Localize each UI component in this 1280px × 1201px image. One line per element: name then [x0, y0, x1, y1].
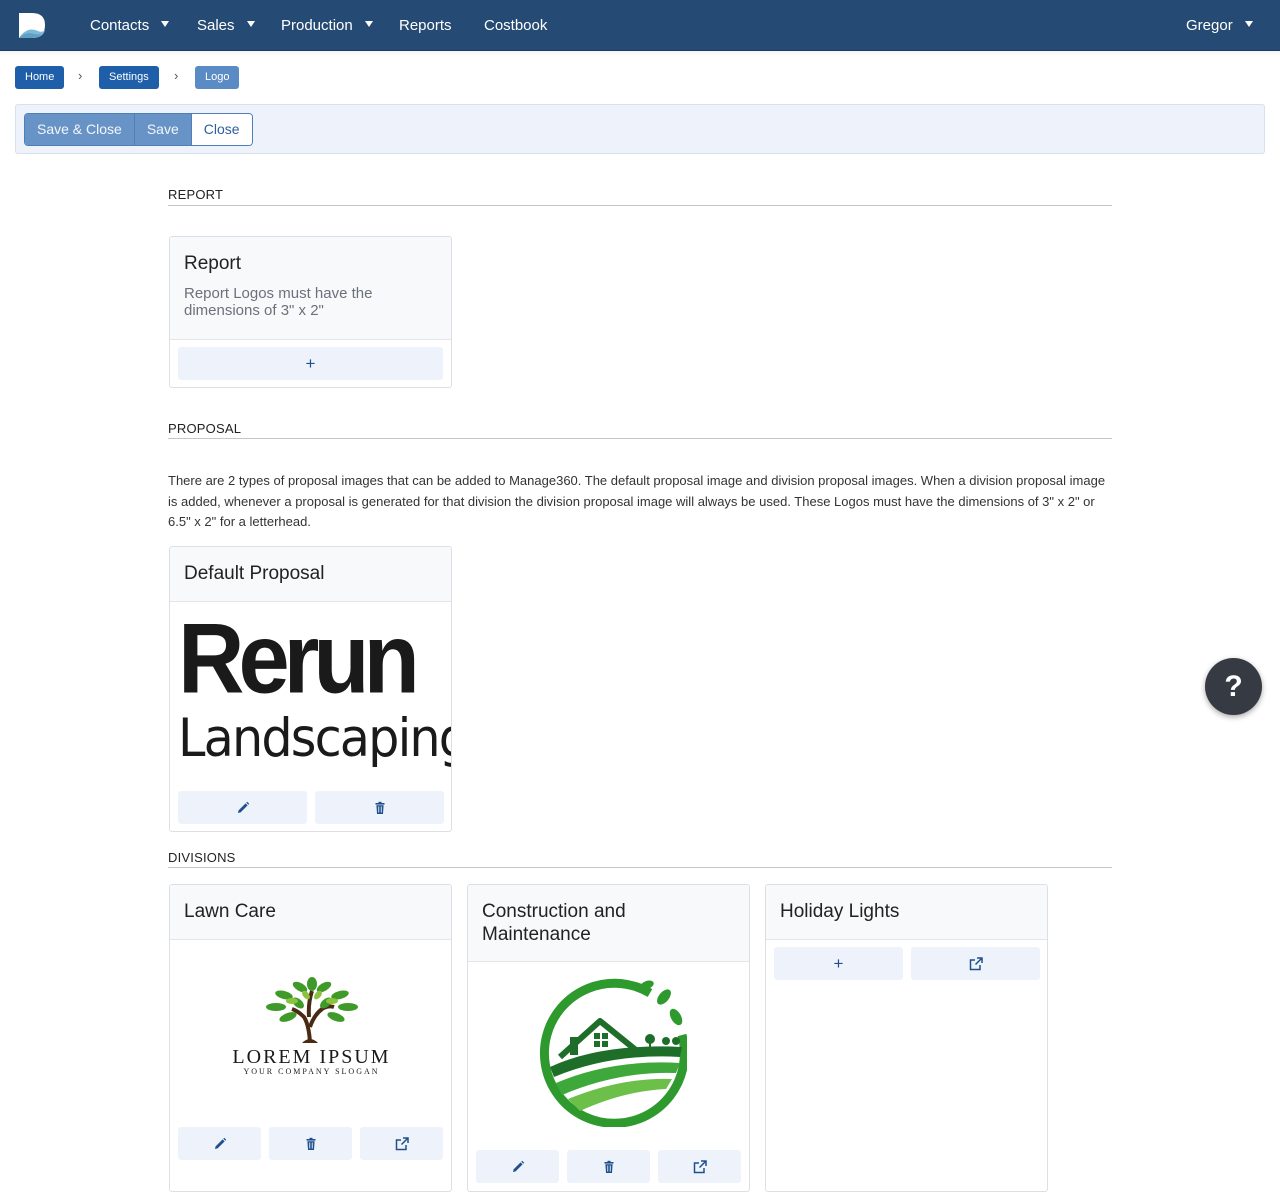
breadcrumb-settings[interactable]: Settings — [99, 66, 159, 89]
construction-logo-image — [532, 977, 689, 1128]
action-button-group: Save & Close Save Close — [24, 113, 253, 146]
division-card-construction-maintenance: Construction and Maintenance — [467, 884, 750, 1192]
delete-lawn-care-logo-button[interactable] — [269, 1127, 352, 1160]
help-button[interactable]: ? — [1205, 658, 1262, 715]
card-title: Construction and Maintenance — [482, 901, 626, 945]
pencil-icon — [214, 1137, 226, 1149]
edit-default-proposal-button[interactable] — [178, 791, 307, 824]
card-title: Report — [184, 253, 242, 274]
plus-icon: + — [833, 953, 844, 973]
pencil-icon — [512, 1160, 524, 1172]
logo-slogan: YOUR COMPANY SLOGAN — [243, 1067, 380, 1076]
chevron-down-icon — [364, 21, 373, 28]
add-holiday-lights-logo-button[interactable]: + — [774, 947, 903, 980]
nav-costbook[interactable]: Costbook — [484, 0, 547, 51]
app-logo[interactable] — [18, 12, 46, 40]
division-card-holiday-lights: Holiday Lights + — [765, 884, 1048, 1192]
lawn-care-logo-image: LOREM IPSUM YOUR COMPANY SLOGAN — [190, 971, 433, 1081]
card-header: Default Proposal — [170, 547, 451, 602]
card-header: Holiday Lights — [766, 885, 1047, 940]
trash-icon — [604, 1160, 613, 1173]
card-header: Lawn Care — [170, 885, 451, 940]
edit-construction-logo-button[interactable] — [476, 1150, 559, 1183]
section-divider — [168, 205, 1112, 206]
card-title: Default Proposal — [184, 563, 325, 584]
report-section-heading: REPORT — [168, 187, 224, 202]
section-divider — [168, 438, 1112, 439]
logo-wordmark-top: Rerun — [178, 603, 420, 715]
delete-construction-logo-button[interactable] — [567, 1150, 650, 1183]
card-title: Holiday Lights — [780, 901, 900, 922]
pencil-icon — [237, 801, 249, 813]
proposal-description: There are 2 types of proposal images tha… — [168, 473, 1106, 529]
logo-wordmark-bottom: Landscaping — [178, 708, 452, 769]
proposal-section-heading: PROPOSAL — [168, 421, 242, 436]
open-construction-logo-button[interactable] — [658, 1150, 741, 1183]
chevron-down-icon — [246, 21, 255, 28]
open-holiday-lights-logo-button[interactable] — [911, 947, 1040, 980]
question-mark-icon: ? — [1224, 670, 1243, 703]
default-proposal-card: Default Proposal Rerun Landscaping — [169, 546, 452, 832]
navbar-shadow — [0, 51, 1280, 56]
chevron-down-icon — [1244, 21, 1253, 28]
edit-lawn-care-logo-button[interactable] — [178, 1127, 261, 1160]
nav-reports[interactable]: Reports — [399, 0, 452, 51]
section-divider — [168, 867, 1112, 868]
nav-sales[interactable]: Sales — [197, 0, 255, 51]
card-subtitle: Report Logos must have the dimensions of… — [184, 285, 373, 319]
open-lawn-care-logo-button[interactable] — [360, 1127, 443, 1160]
nav-production[interactable]: Production — [281, 0, 373, 51]
close-button[interactable]: Close — [190, 114, 252, 145]
division-card-lawn-care: Lawn Care LOREM IPSUM YOUR COMPANY SLOGA… — [169, 884, 452, 1192]
card-title: Lawn Care — [184, 901, 276, 922]
nav-contacts[interactable]: Contacts — [90, 0, 170, 51]
add-report-logo-button[interactable]: + — [178, 347, 443, 380]
top-navbar: Contacts Sales Production Reports Costbo… — [0, 0, 1280, 51]
breadcrumb-logo: Logo — [195, 66, 240, 89]
chevron-down-icon — [161, 21, 170, 28]
trash-icon — [375, 801, 384, 814]
house-field-icon — [539, 978, 689, 1128]
plus-icon: + — [305, 353, 316, 373]
trash-icon — [306, 1137, 315, 1150]
external-link-icon — [395, 1136, 409, 1150]
default-proposal-logo-image: Rerun Landscaping — [176, 603, 452, 777]
logo-wordmark: LOREM IPSUM — [232, 1046, 391, 1068]
delete-default-proposal-button[interactable] — [315, 791, 444, 824]
tree-icon — [266, 977, 358, 1043]
card-header: Construction and Maintenance — [468, 885, 749, 962]
breadcrumb-home[interactable]: Home — [15, 66, 65, 89]
chevron-right-icon: › — [78, 68, 83, 83]
save-button[interactable]: Save — [133, 114, 191, 145]
save-close-button[interactable]: Save & Close — [25, 114, 134, 145]
report-logo-card: Report Report Logos must have the dimens… — [169, 236, 452, 388]
action-toolbar: Save & Close Save Close — [15, 104, 1265, 154]
external-link-icon — [969, 956, 983, 970]
external-link-icon — [693, 1159, 707, 1173]
user-menu[interactable]: Gregor — [1186, 0, 1253, 51]
divisions-section-heading: DIVISIONS — [168, 850, 236, 865]
chevron-right-icon: › — [174, 68, 179, 83]
card-header: Report Report Logos must have the dimens… — [170, 237, 451, 340]
